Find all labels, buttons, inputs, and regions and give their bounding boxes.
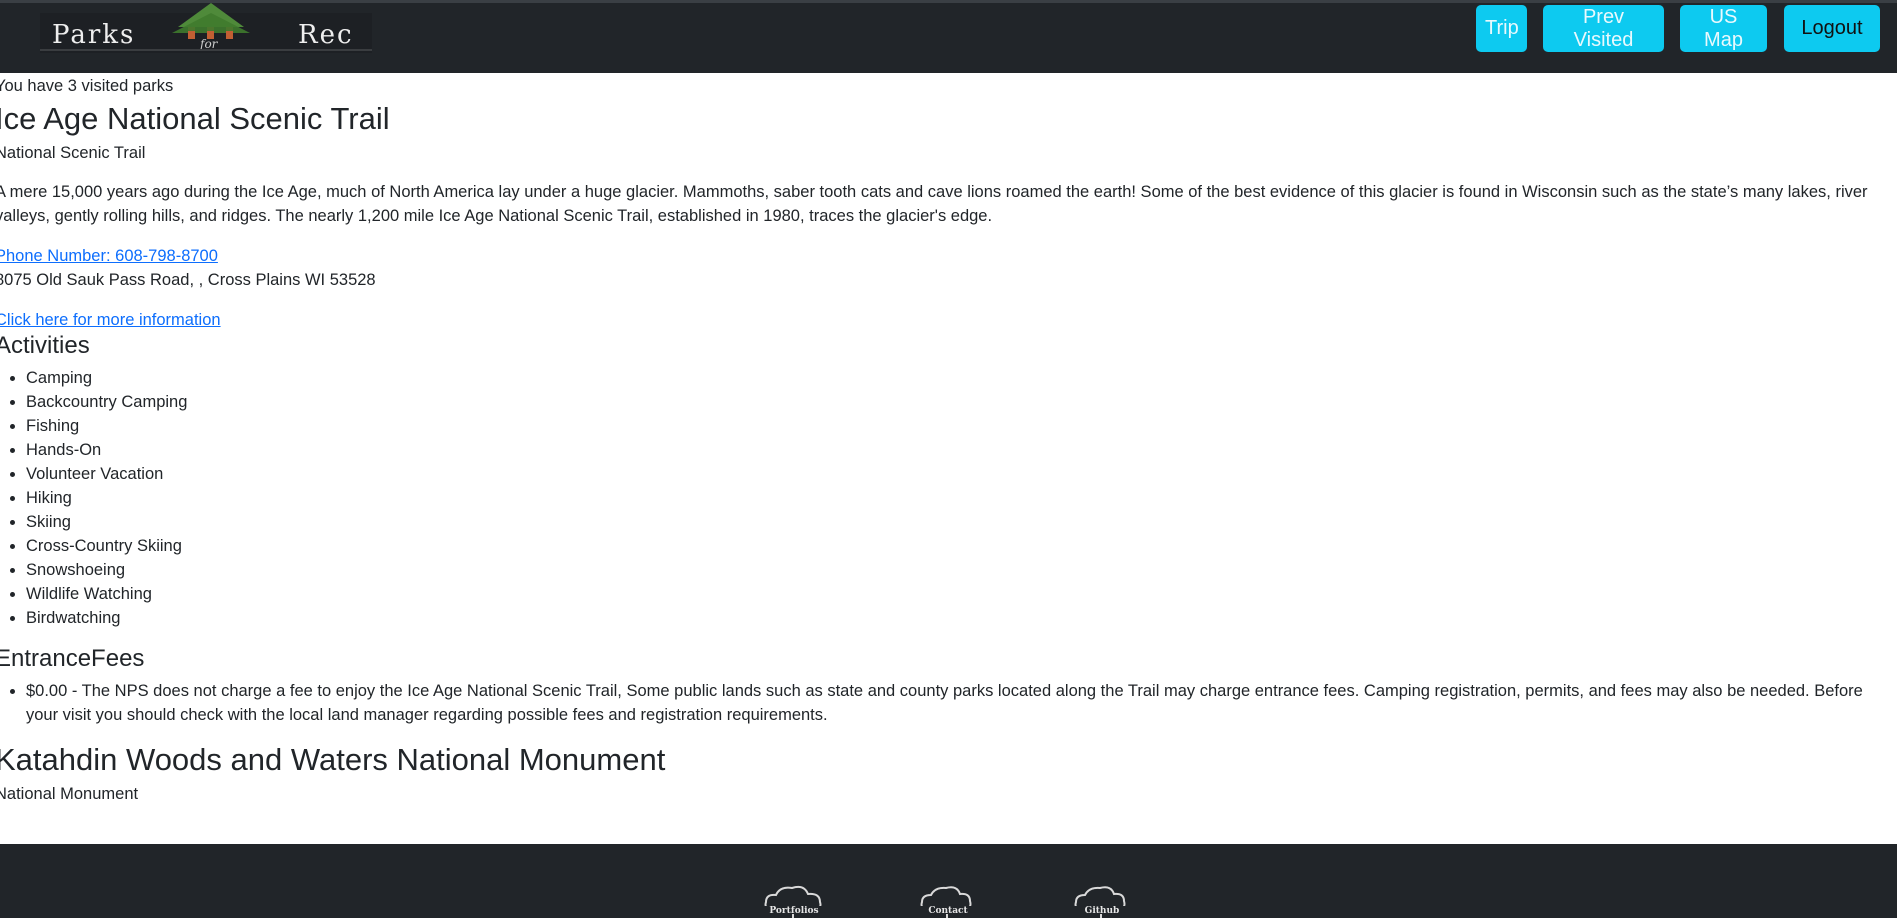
entrance-fees-list: $0.00 - The NPS does not charge a fee to… xyxy=(0,679,1885,727)
list-item: Snowshoeing xyxy=(26,558,1885,582)
trip-button[interactable]: Trip xyxy=(1476,5,1527,52)
cloud-tree-icon: Contact xyxy=(920,886,976,918)
phone-row: Phone Number: 608-798-8700 xyxy=(0,244,1885,268)
cloud-tree-icon: Github xyxy=(1074,886,1130,918)
list-item: Cross-Country Skiing xyxy=(26,534,1885,558)
list-item: Birdwatching xyxy=(26,606,1885,630)
park-description: A mere 15,000 years ago during the Ice A… xyxy=(0,183,1868,225)
footer-link-label: Contact xyxy=(928,906,968,916)
park-designation: National Monument xyxy=(0,785,139,803)
list-item: Skiing xyxy=(26,510,1885,534)
navbar: Parks for Rec Trip Prev Visited US Map L… xyxy=(0,0,1897,73)
contact-link[interactable]: Contact xyxy=(914,880,982,918)
park-name: Ice Age National Scenic Trail xyxy=(0,101,390,136)
park-name: Katahdin Woods and Waters National Monum… xyxy=(0,742,666,777)
list-item: Volunteer Vacation xyxy=(26,462,1885,486)
list-item: $0.00 - The NPS does not charge a fee to… xyxy=(26,679,1885,727)
park-address: 8075 Old Sauk Pass Road, , Cross Plains … xyxy=(0,271,376,289)
activities-title: Activities xyxy=(0,332,90,359)
main-content: You have 3 visited parks Ice Age Nationa… xyxy=(0,73,1885,805)
trees-icon xyxy=(172,3,250,39)
list-item: Backcountry Camping xyxy=(26,390,1885,414)
brand-right-word: Rec xyxy=(298,20,354,50)
us-map-button[interactable]: US Map xyxy=(1680,5,1767,52)
portfolios-link[interactable]: Portfolios xyxy=(760,880,828,918)
list-item: Fishing xyxy=(26,414,1885,438)
more-info-link[interactable]: Click here for more information xyxy=(0,311,221,329)
list-item: Camping xyxy=(26,366,1885,390)
visited-count: You have 3 visited parks xyxy=(0,77,174,95)
list-item: Hiking xyxy=(26,486,1885,510)
cloud-tree-icon: Portfolios xyxy=(764,885,824,918)
github-link[interactable]: Github xyxy=(1068,880,1136,918)
logout-button[interactable]: Logout xyxy=(1784,5,1880,52)
list-item: Wildlife Watching xyxy=(26,582,1885,606)
footer: Portfolios Contact Github xyxy=(0,844,1897,918)
footer-link-label: Github xyxy=(1085,906,1120,916)
brand-left-word: Parks xyxy=(52,20,136,50)
more-info-row: Click here for more information xyxy=(0,308,1885,332)
list-item: Hands-On xyxy=(26,438,1885,462)
park-designation: National Scenic Trail xyxy=(0,144,146,162)
phone-link[interactable]: Phone Number: 608-798-8700 xyxy=(0,247,218,265)
activities-list: Camping Backcountry Camping Fishing Hand… xyxy=(0,366,1885,630)
brand-logo[interactable]: Parks for Rec xyxy=(40,3,372,53)
brand-underline xyxy=(40,49,372,51)
footer-link-label: Portfolios xyxy=(769,906,818,916)
entrance-fees-title: EntranceFees xyxy=(0,645,145,672)
prev-visited-button[interactable]: Prev Visited xyxy=(1543,5,1664,52)
